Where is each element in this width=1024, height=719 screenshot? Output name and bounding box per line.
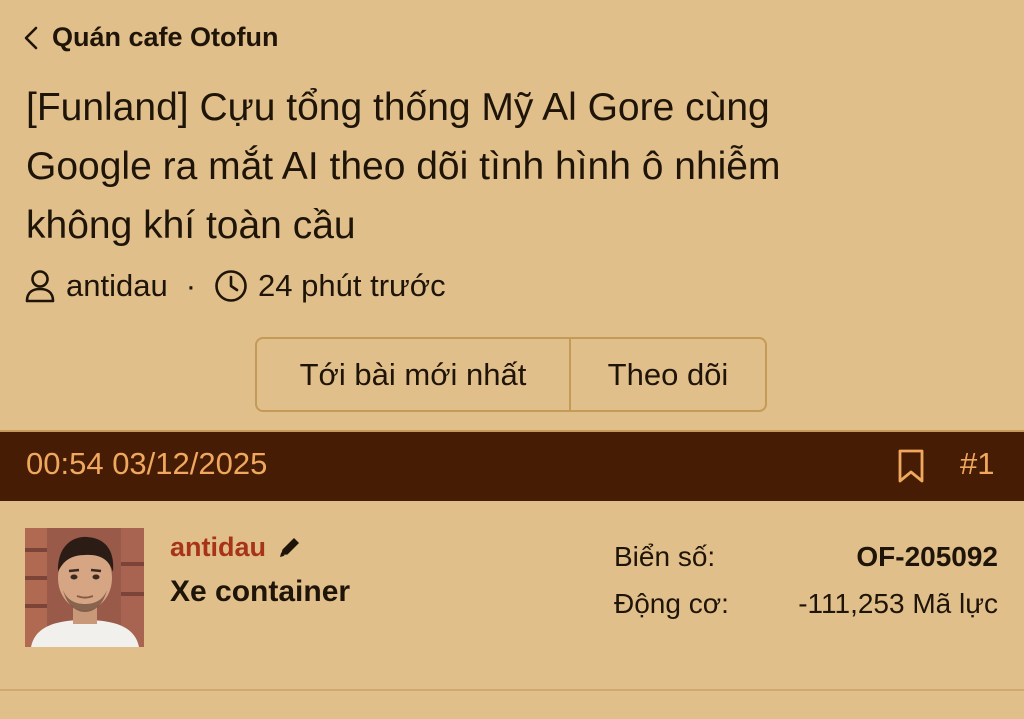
post-header-bar: 00:54 03/12/2025 #1	[0, 430, 1024, 501]
post-number[interactable]: #1	[960, 446, 994, 482]
meta-separator: ·	[185, 268, 197, 303]
pencil-icon	[280, 537, 300, 557]
back-link-label: Quán cafe Otofun	[52, 22, 279, 52]
thread-title-line: Google ra mắt AI theo dõi tình hình ô nh…	[26, 145, 781, 188]
avatar[interactable]	[25, 528, 144, 647]
post-username[interactable]: antidau	[170, 532, 266, 563]
thread-title: [Funland] Cựu tổng thống Mỹ Al Gore cùng…	[26, 78, 986, 255]
thread-meta: antidau · 24 phút trước	[24, 268, 446, 304]
back-link[interactable]: Quán cafe Otofun	[24, 22, 279, 53]
user-icon	[25, 270, 55, 303]
clock-icon	[215, 270, 247, 302]
bookmark-icon[interactable]	[896, 448, 926, 484]
plate-label: Biển số:	[614, 541, 716, 572]
plate-value: OF-205092	[856, 541, 998, 572]
follow-button[interactable]: Theo dõi	[571, 339, 765, 410]
thread-time: 24 phút trước	[258, 268, 446, 303]
go-to-latest-button[interactable]: Tới bài mới nhất	[257, 339, 571, 410]
post-username-row: antidau	[170, 532, 302, 563]
chevron-left-icon	[24, 26, 38, 49]
thread-title-line: [Funland] Cựu tổng thống Mỹ Al Gore cùng	[26, 86, 770, 129]
engine-label: Động cơ:	[614, 588, 729, 619]
user-title: Xe container	[170, 575, 351, 608]
engine-value: -111,253 Mã lực	[798, 588, 998, 619]
post-datetime: 00:54 03/12/2025	[26, 446, 268, 481]
thread-title-line: không khí toàn cầu	[26, 204, 356, 247]
thread-author[interactable]: antidau	[66, 268, 168, 304]
thread-actions: Tới bài mới nhất Theo dõi	[255, 337, 767, 412]
divider	[0, 689, 1024, 691]
avatar-image	[25, 528, 144, 647]
